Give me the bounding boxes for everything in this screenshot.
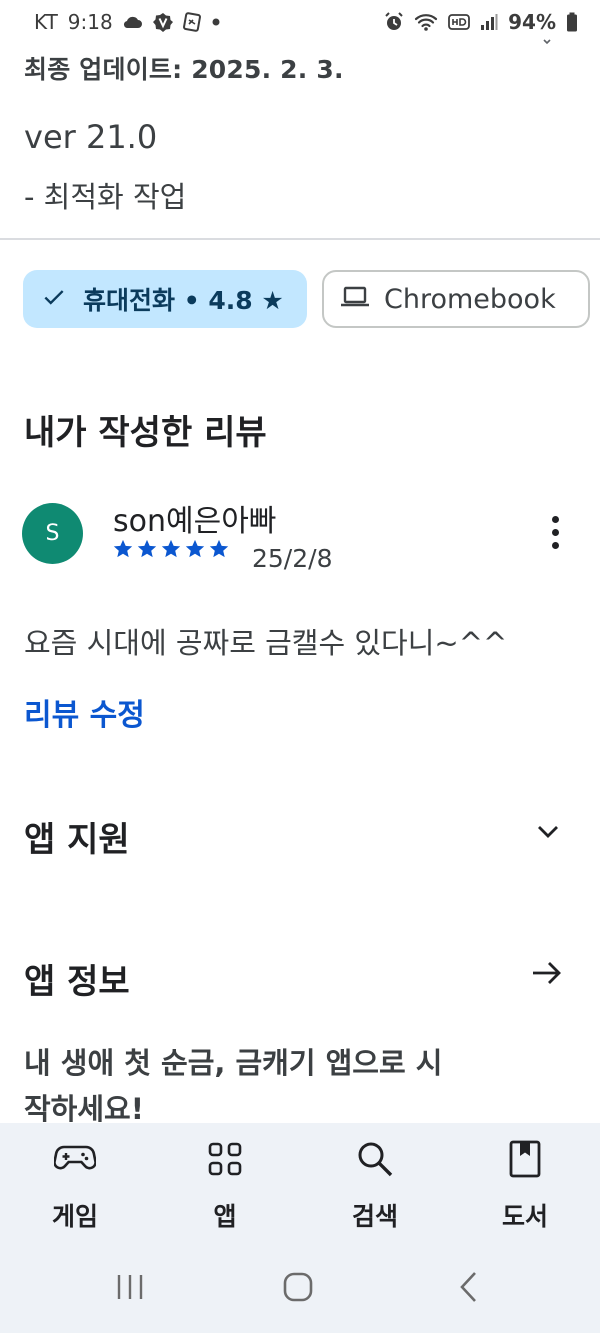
check-icon [41, 284, 67, 314]
star-icon [161, 539, 181, 558]
last-updated-text: 최종 업데이트: 2025. 2. 3. [24, 55, 344, 84]
star-rating [112, 538, 230, 560]
nav-label-apps: 앱 [213, 1202, 237, 1231]
star-icon [185, 539, 205, 558]
nav-label-search: 검색 [351, 1202, 398, 1231]
chromebook-chip-label: Chromebook [384, 283, 556, 315]
back-button[interactable] [448, 1262, 488, 1312]
more-options-button[interactable] [540, 512, 570, 552]
nav-label-games: 게임 [51, 1202, 98, 1231]
recents-button[interactable] [108, 1262, 152, 1312]
star-icon [113, 539, 133, 558]
my-review-heading: 내가 작성한 리뷰 [24, 413, 267, 453]
status-bar: KT 9:18 94% [0, 0, 600, 44]
laptop-icon [340, 285, 370, 313]
release-notes-text: - 최적화 작업 [24, 180, 187, 214]
carrier-label: KT [34, 10, 58, 34]
review-date: 25/2/8 [252, 544, 333, 573]
signal-icon [480, 13, 498, 31]
notification-dot-icon [211, 17, 221, 27]
cloud-icon [123, 15, 143, 29]
system-navigation-bar [0, 1262, 600, 1312]
phone-chip-label: 휴대전화 • 4.8 ★ [83, 286, 284, 315]
search-icon [353, 1137, 397, 1181]
wifi-icon [414, 12, 438, 32]
more-dot [551, 515, 559, 523]
nav-item-search[interactable]: 검색 [315, 1137, 435, 1233]
home-button[interactable] [276, 1262, 320, 1312]
chromebook-device-chip[interactable]: Chromebook [322, 270, 590, 328]
status-right: 94% [384, 10, 578, 34]
battery-percent: 94% [508, 10, 556, 34]
nav-item-games[interactable]: 게임 [15, 1137, 135, 1233]
book-icon [503, 1137, 547, 1181]
more-dot [551, 541, 559, 549]
nav-label-books: 도서 [501, 1202, 548, 1231]
nav-item-books[interactable]: 도서 [465, 1137, 585, 1233]
clipboard-icon [182, 12, 201, 32]
gamepad-icon [53, 1137, 97, 1181]
app-info-description: 내 생애 첫 순금, 금캐기 앱으로 시작하세요! [24, 1046, 443, 1126]
chevron-down-icon[interactable] [534, 818, 562, 846]
battery-icon [566, 12, 578, 32]
avatar-letter: S [45, 521, 60, 546]
edit-review-link[interactable]: 리뷰 수정 [24, 690, 145, 734]
apps-grid-icon [203, 1137, 247, 1181]
arrow-right-icon[interactable] [530, 958, 564, 988]
section-divider [0, 238, 600, 240]
clock: 9:18 [67, 10, 113, 34]
avatar: S [22, 503, 83, 564]
star-icon [209, 539, 229, 558]
vpn-badge-icon [152, 12, 173, 32]
more-dot [551, 528, 559, 536]
scroll-caret-icon [542, 34, 552, 50]
nav-item-apps[interactable]: 앱 [165, 1137, 285, 1233]
phone-device-chip[interactable]: 휴대전화 • 4.8 ★ [23, 270, 307, 328]
version-text: ver 21.0 [24, 118, 158, 156]
bottom-navigation: 게임 앱 검색 도서 [0, 1123, 600, 1333]
app-support-heading[interactable]: 앱 지원 [24, 812, 130, 861]
app-info-heading[interactable]: 앱 정보 [24, 954, 130, 1003]
hd-voice-icon [448, 13, 471, 31]
review-text: 요즘 시대에 공짜로 금캘수 있다니~^^ [24, 626, 508, 660]
star-icon [137, 539, 157, 558]
status-left: KT 9:18 [34, 10, 221, 34]
alarm-icon [384, 12, 404, 32]
reviewer-name: son예은아빠 [113, 504, 277, 539]
